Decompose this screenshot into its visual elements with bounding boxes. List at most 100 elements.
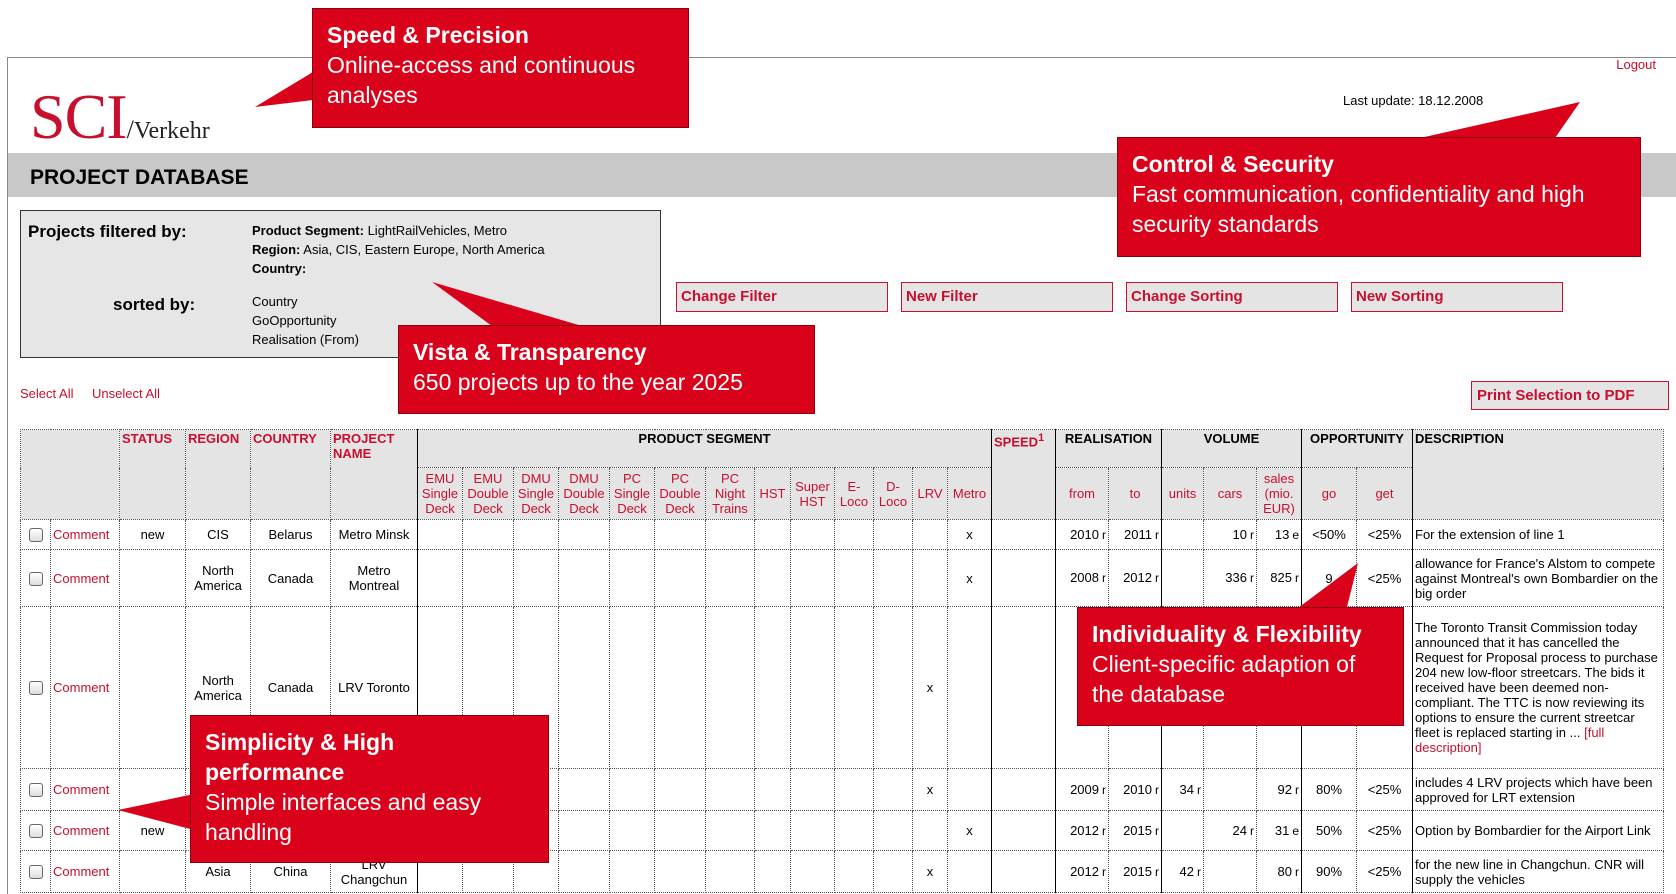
cell-segment — [609, 768, 655, 811]
new-sorting-button[interactable]: New Sorting — [1351, 282, 1563, 312]
comment-link[interactable]: Comment — [50, 606, 120, 769]
sub-go[interactable]: go — [1301, 467, 1357, 520]
cell-segment — [873, 606, 913, 769]
row-checkbox-cell[interactable] — [20, 519, 51, 550]
seg-col[interactable]: Super HST — [790, 467, 835, 520]
logout-link[interactable]: Logout — [1616, 57, 1656, 72]
cell-from-mark: r — [1102, 527, 1106, 542]
seg-col[interactable]: PC Night Trains — [705, 467, 755, 520]
cell-segment — [705, 606, 755, 769]
seg-col[interactable]: DMU Double Deck — [558, 467, 610, 520]
seg-col[interactable]: HST — [754, 467, 791, 520]
unselect-all-link[interactable]: Unselect All — [92, 386, 160, 401]
cell-cars — [1203, 850, 1257, 893]
row-checkbox[interactable] — [28, 681, 43, 696]
comment-link[interactable]: Comment — [50, 850, 120, 893]
change-filter-button[interactable]: Change Filter — [676, 282, 888, 312]
cell-cars: 336 r — [1203, 549, 1257, 607]
cell-sales: 80 r — [1256, 850, 1302, 893]
cell-description: Option by Bombardier for the Airport Lin… — [1412, 810, 1664, 851]
sub-cars[interactable]: cars — [1203, 467, 1257, 520]
comment-link[interactable]: Comment — [50, 768, 120, 811]
sub-from[interactable]: from — [1055, 467, 1109, 520]
cell-from: 2010 r — [1055, 519, 1109, 550]
row-checkbox-cell[interactable] — [20, 549, 51, 607]
header-speed[interactable]: SPEED1 — [991, 429, 1056, 520]
cell-segment — [513, 549, 559, 607]
row-checkbox-cell[interactable] — [20, 606, 51, 769]
row-checkbox-cell[interactable] — [20, 810, 51, 851]
callout-tail — [1420, 102, 1580, 138]
cell-segment — [705, 810, 755, 851]
cell-speed — [991, 810, 1056, 851]
cell-segment — [558, 850, 610, 893]
sub-get[interactable]: get — [1356, 467, 1413, 520]
filtered-by-label: Projects filtered by: — [28, 222, 187, 241]
seg-col[interactable]: PC Double Deck — [654, 467, 706, 520]
cell-units: 34 r — [1161, 768, 1204, 811]
seg-col[interactable]: DMU Single Deck — [513, 467, 559, 520]
comment-link[interactable]: Comment — [50, 519, 120, 550]
seg-col[interactable]: Metro — [947, 467, 992, 520]
sorted-by-label: sorted by: — [113, 295, 196, 314]
row-checkbox-cell[interactable] — [20, 850, 51, 893]
cell-segment — [609, 519, 655, 550]
cell-segment — [790, 549, 835, 607]
cell-sales-mark: r — [1295, 782, 1299, 797]
cell-segment — [462, 519, 514, 550]
cell-segment — [790, 768, 835, 811]
seg-col[interactable]: EMU Single Deck — [417, 467, 463, 520]
print-pdf-button[interactable]: Print Selection to PDF — [1471, 381, 1669, 410]
seg-col[interactable]: E-Loco — [834, 467, 874, 520]
sub-to[interactable]: to — [1108, 467, 1162, 520]
comment-link[interactable]: Comment — [50, 549, 120, 607]
cell-metro: x — [947, 810, 992, 851]
cell-segment — [513, 519, 559, 550]
seg-col[interactable]: LRV — [912, 467, 948, 520]
header-country[interactable]: COUNTRY — [250, 429, 331, 520]
header-volume: VOLUME — [1161, 429, 1302, 468]
callout-vista-transparency: Vista & Transparency 650 projects up to t… — [398, 325, 815, 414]
row-checkbox-cell[interactable] — [20, 768, 51, 811]
sub-sales[interactable]: sales (mio. EUR) — [1256, 467, 1302, 520]
row-checkbox[interactable] — [28, 571, 43, 586]
cell-units-mark — [1198, 571, 1201, 585]
sub-units[interactable]: units — [1161, 467, 1204, 520]
cell-to-mark: r — [1155, 823, 1159, 838]
header-realisation: REALISATION — [1055, 429, 1162, 468]
sci-logo: SCI/Verkehr — [30, 81, 210, 152]
cell-units-mark: r — [1197, 864, 1201, 879]
row-checkbox[interactable] — [28, 824, 43, 839]
row-checkbox[interactable] — [28, 783, 43, 798]
select-all-link[interactable]: Select All — [20, 386, 73, 401]
new-filter-button[interactable]: New Filter — [901, 282, 1113, 312]
cell-to-mark: r — [1155, 864, 1159, 879]
row-checkbox[interactable] — [28, 865, 43, 880]
comment-link[interactable]: Comment — [50, 810, 120, 851]
cell-cars-mark: r — [1250, 571, 1254, 585]
cell-lrv: x — [912, 850, 948, 893]
header-description: DESCRIPTION — [1412, 429, 1664, 520]
cell-segment — [705, 519, 755, 550]
filter-region: Region: Asia, CIS, Eastern Europe, North… — [252, 242, 545, 257]
cell-to-mark: r — [1155, 782, 1159, 797]
change-sorting-button[interactable]: Change Sorting — [1126, 282, 1338, 312]
header-status[interactable]: STATUS — [119, 429, 186, 520]
cell-speed — [991, 768, 1056, 811]
cell-speed — [991, 850, 1056, 893]
cell-segment — [558, 768, 610, 811]
callout-tail — [1294, 563, 1358, 611]
cell-sales-mark: e — [1292, 823, 1299, 838]
cell-units — [1161, 549, 1204, 607]
seg-col[interactable]: EMU Double Deck — [462, 467, 514, 520]
cell-go: <50% — [1301, 519, 1357, 550]
header-region[interactable]: REGION — [185, 429, 251, 520]
row-checkbox[interactable] — [28, 528, 43, 543]
seg-col[interactable]: D-Loco — [873, 467, 913, 520]
cell-description: The Toronto Transit Commission today ann… — [1412, 606, 1664, 769]
header-project-name[interactable]: PROJECT NAME — [330, 429, 418, 520]
cell-description: for the new line in Changchun. CNR will … — [1412, 850, 1664, 893]
cell-units — [1161, 810, 1204, 851]
seg-col[interactable]: PC Single Deck — [609, 467, 655, 520]
cell-get: <25% — [1356, 768, 1413, 811]
